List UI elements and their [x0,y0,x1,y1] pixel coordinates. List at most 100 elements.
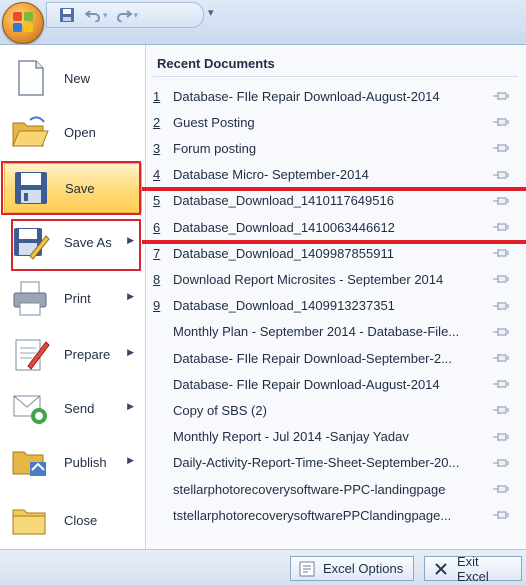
recent-document-item[interactable]: 3 Forum posting [153,136,503,160]
submenu-arrow-icon: ▶ [127,347,134,357]
recent-document-name: Database- FIle Repair Download-August-20… [173,376,440,392]
pin-icon[interactable] [492,221,510,233]
recent-document-item[interactable]: tstellarphotorecoverysoftwarePPClandingp… [153,503,503,527]
excel-options-button[interactable]: Excel Options [290,556,414,581]
recent-document-item[interactable]: 1 Database- FIle Repair Download-August-2… [153,84,503,108]
office-menu: New Open Save Save As ▶ Print ▶ Prepare … [0,44,526,550]
menu-item-publish[interactable]: Publish ▶ [4,437,142,487]
menu-item-save[interactable]: Save [4,163,142,213]
pin-icon[interactable] [492,352,510,364]
recent-document-name: Monthly Plan - September 2014 - Database… [173,324,460,340]
submenu-arrow-icon: ▶ [127,291,134,301]
annotation-line [142,187,526,191]
publish-icon [10,442,52,482]
menu-item-open-label: Open [64,124,96,140]
qat-save-icon[interactable] [57,6,77,24]
submenu-arrow-icon: ▶ [127,401,134,411]
office-button[interactable] [2,2,44,44]
customize-qat-icon[interactable]: ▾ [208,6,214,19]
recent-document-item[interactable]: Monthly Report - Jul 2014 -Sanjay Yadav [153,425,503,449]
recent-document-item[interactable]: 6 Database_Download_1410063446612 [153,215,503,239]
pin-icon[interactable] [492,273,510,285]
menu-item-save-as[interactable]: Save As ▶ [4,217,142,267]
recent-document-item[interactable]: Database- FIle Repair Download-August-20… [153,372,503,396]
recent-document-name: Database_Download_1410117649516 [173,193,394,209]
exit-excel-label: Exit Excel [457,553,489,584]
recent-document-name: Database_Download_1409913237351 [173,298,395,314]
pin-icon[interactable] [492,90,510,102]
menu-item-save-as-label: Save As [64,234,112,250]
menu-item-new[interactable]: New [4,53,142,103]
annotation-line [142,240,526,244]
recent-document-item[interactable]: 4 Database Micro- September-2014 [153,163,503,187]
recent-document-number: 6 [153,219,161,235]
recent-document-number: 2 [153,114,161,130]
pin-icon[interactable] [492,142,510,154]
open-folder-icon [10,112,52,152]
pin-icon[interactable] [492,457,510,469]
submenu-arrow-icon: ▶ [127,235,134,245]
excel-options-label: Excel Options [323,561,404,576]
menu-item-prepare[interactable]: Prepare ▶ [4,329,142,379]
pin-icon[interactable] [492,300,510,312]
recent-document-number: 9 [153,298,161,314]
recent-document-name: Database- FIle Repair Download-September… [173,350,452,366]
recent-document-item[interactable]: Daily-Activity-Report-Time-Sheet-Septemb… [153,451,503,475]
printer-icon [10,278,52,318]
recent-documents-panel: Recent Documents 1 Database- FIle Repair … [147,45,526,550]
new-document-icon [10,58,52,98]
redo-dropdown-icon[interactable]: ▾ [134,10,139,21]
pin-icon[interactable] [492,431,510,443]
recent-document-item[interactable]: Copy of SBS (2) [153,398,503,422]
pin-icon[interactable] [492,195,510,207]
recent-document-name: Daily-Activity-Report-Time-Sheet-Septemb… [173,455,460,471]
recent-document-item[interactable]: 7 Database_Download_1409987855911 [153,241,503,265]
save-as-icon [10,222,52,262]
recent-document-name: Database Micro- September-2014 [173,167,369,183]
prepare-icon [10,334,52,374]
menu-item-send[interactable]: Send ▶ [4,383,142,433]
pin-icon[interactable] [492,116,510,128]
pin-icon[interactable] [492,247,510,259]
pin-icon[interactable] [492,509,510,521]
recent-document-item[interactable]: 5 Database_Download_1410117649516 [153,189,503,213]
recent-document-name: Download Report Microsites - September 2… [173,271,444,287]
menu-item-open[interactable]: Open [4,107,142,157]
recent-document-name: Forum posting [173,140,257,156]
recent-document-item[interactable]: stellarphotorecoverysoftware-PPC-landing… [153,477,503,501]
recent-document-item[interactable]: 8 Download Report Microsites - September … [153,267,503,291]
pin-icon[interactable] [492,378,510,390]
recent-document-name: Guest Posting [173,114,255,130]
recent-document-name: Database_Download_1410063446612 [173,219,395,235]
recent-document-item[interactable]: Database- FIle Repair Download-September… [153,346,503,370]
exit-excel-button[interactable]: Exit Excel [424,553,522,584]
recent-document-number: 1 [153,88,161,104]
recent-document-number: 3 [153,140,161,156]
menu-item-print-label: Print [64,290,91,306]
pin-icon[interactable] [492,326,510,338]
pin-icon[interactable] [492,169,510,181]
recent-document-item[interactable]: 2 Guest Posting [153,110,503,134]
office-logo-icon [13,12,35,34]
menu-item-print[interactable]: Print ▶ [4,273,142,323]
recent-document-number: 7 [153,245,161,261]
menu-item-close-label: Close [64,512,98,528]
command-list: New Open Save Save As ▶ Print ▶ Prepare … [0,45,146,550]
recent-document-item[interactable]: Monthly Plan - September 2014 - Database… [153,320,503,344]
menu-item-save-label: Save [65,180,95,196]
undo-dropdown-icon[interactable]: ▾ [103,10,108,21]
menu-item-new-label: New [64,70,91,86]
menu-item-send-label: Send [64,400,95,416]
recent-document-name: tstellarphotorecoverysoftwarePPClandingp… [173,507,452,523]
pin-icon[interactable] [492,483,510,495]
qat-redo-icon[interactable] [114,6,134,24]
menu-footer: Excel Options Exit Excel [0,549,526,585]
menu-item-prepare-label: Prepare [64,346,111,362]
save-disk-icon [11,168,53,208]
menu-item-close[interactable]: Close [4,495,142,545]
send-icon [10,388,52,428]
recent-document-item[interactable]: 9 Database_Download_1409913237351 [153,294,503,318]
pin-icon[interactable] [492,404,510,416]
divider [153,76,518,77]
qat-undo-icon[interactable] [83,6,103,24]
